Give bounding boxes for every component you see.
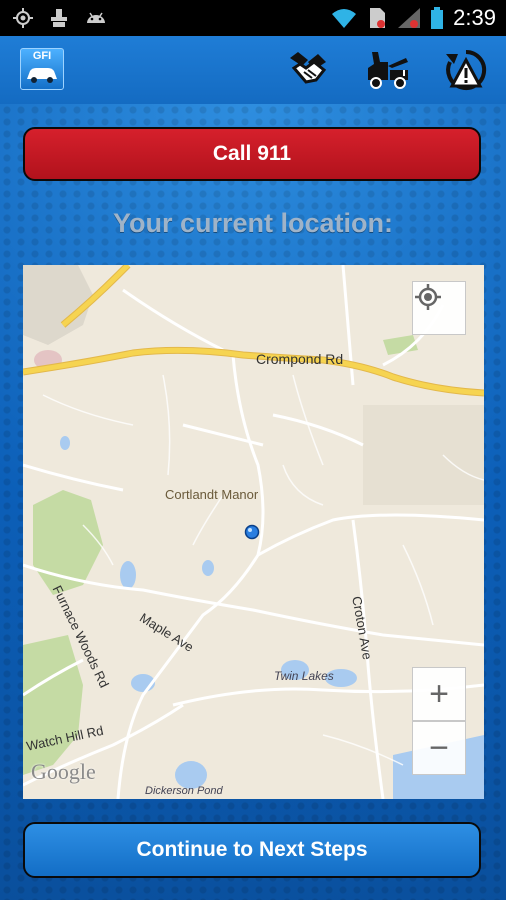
location-heading: Your current location: [112, 208, 394, 238]
my-location-dot [244, 524, 260, 540]
car-icon [27, 68, 57, 83]
call-911-button[interactable]: Call 911 [23, 127, 481, 181]
gps-icon [13, 8, 33, 28]
android-debug-icon [87, 12, 105, 23]
signal-icon [398, 8, 421, 28]
status-bar: 2:39 [0, 0, 506, 36]
sim-icon [370, 8, 386, 28]
map-label-cortlandt: Cortlandt Manor [165, 487, 259, 502]
battery-icon [431, 7, 444, 29]
continue-next-steps-button[interactable]: Continue to Next Steps [23, 822, 481, 878]
clock: 2:39 [453, 5, 496, 30]
roadside-warning-icon[interactable] [444, 48, 488, 92]
google-logo: Google [31, 759, 96, 784]
map-label-twin: Twin Lakes [274, 669, 334, 683]
usb-icon [51, 9, 67, 27]
my-location-button[interactable] [412, 281, 466, 335]
location-map[interactable]: Crompond Rd Cortlandt Manor Maple Ave Fu… [23, 265, 484, 799]
zoom-out-button[interactable]: − [412, 721, 466, 775]
action-bar: GFI [0, 36, 506, 104]
insurance-handshake-icon[interactable] [286, 48, 330, 92]
map-label-dickerson: Dickerson Pond [145, 785, 223, 797]
map-label-crompond: Crompond Rd [256, 351, 344, 367]
app-logo[interactable]: GFI [20, 48, 64, 90]
wifi-icon [332, 9, 357, 28]
crosshair-icon [415, 284, 441, 310]
zoom-in-button[interactable]: + [412, 667, 466, 721]
tow-truck-icon[interactable] [366, 48, 410, 92]
